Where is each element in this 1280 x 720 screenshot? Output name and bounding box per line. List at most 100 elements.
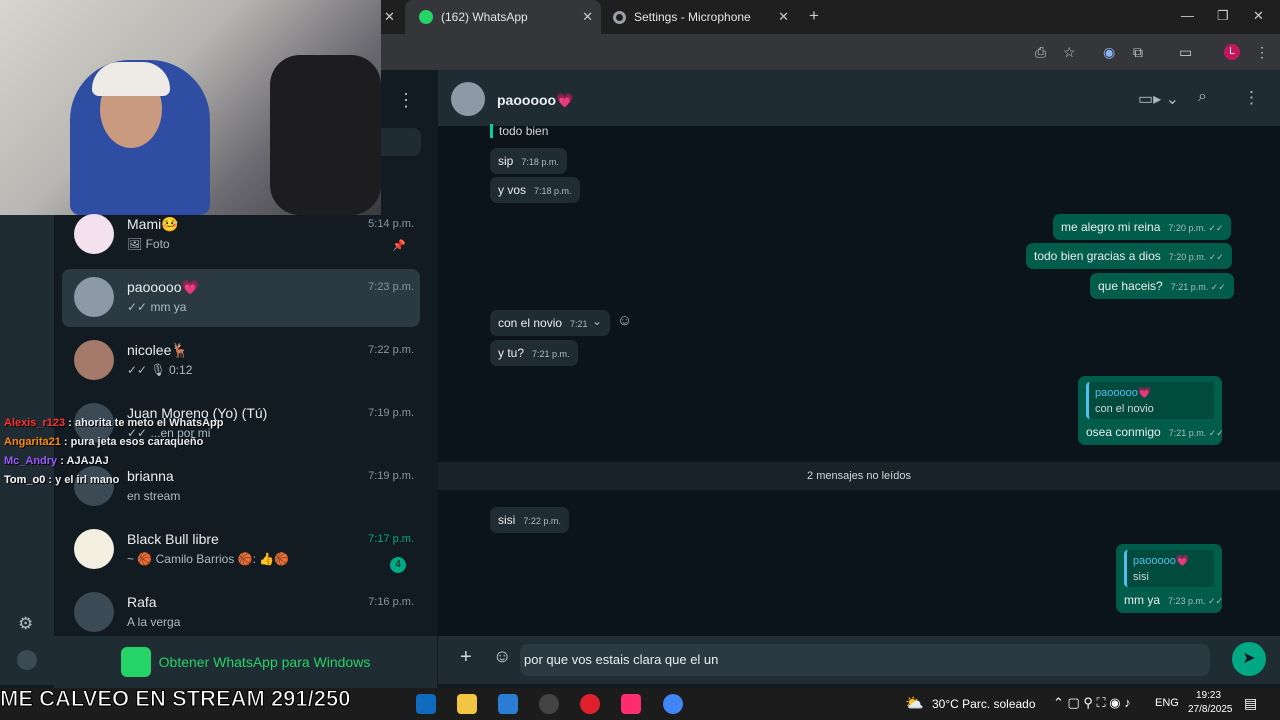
message-text: osea conmigo — [1086, 425, 1161, 439]
list-item[interactable]: nicolee🦌 ✓✓ 🎙 0:12 7:22 p.m. — [62, 332, 420, 390]
message-in[interactable]: sisi 7:22 p.m. — [490, 507, 569, 533]
avatar — [74, 214, 114, 254]
star-icon[interactable]: ☆ — [1063, 44, 1076, 61]
gear-icon[interactable]: ⚙ — [18, 614, 33, 634]
profile-avatar[interactable]: L — [1224, 44, 1240, 60]
close-icon[interactable]: ✕ — [384, 9, 395, 25]
sidepanel-icon[interactable]: ▭ — [1179, 44, 1192, 61]
maximize-button[interactable]: ❐ — [1217, 8, 1229, 24]
window-close-button[interactable]: ✕ — [1253, 8, 1264, 24]
clock-date[interactable]: 27/8/2025 — [1188, 704, 1233, 715]
quote-author: paooooo💗 — [1095, 387, 1152, 399]
message-in[interactable]: con el novio 7:21 ⌄ — [490, 310, 610, 336]
outlook-icon[interactable] — [416, 694, 436, 714]
menu-dots-icon[interactable]: ⋮ — [397, 90, 415, 111]
message-text: con el novio — [498, 316, 563, 330]
sticker-icon[interactable]: ☺ — [493, 646, 511, 667]
chevron-down-icon[interactable]: ⌄ — [592, 314, 602, 328]
message-text: me alegro mi reina — [1061, 220, 1161, 234]
new-tab-button[interactable]: + — [809, 6, 819, 26]
reply-quote[interactable]: paooooo💗 con el novio — [1086, 382, 1214, 419]
install-icon[interactable]: ⎙ — [1035, 44, 1046, 61]
puzzle-icon[interactable]: ⧉ — [1133, 44, 1143, 61]
message-out[interactable]: todo bien gracias a dios 7:20 p.m. ✓✓ — [1026, 243, 1232, 269]
contact-name: nicolee🦌 — [127, 342, 189, 358]
list-item[interactable]: Mami🤒 🖼 Foto 5:14 p.m. 📌 — [62, 206, 420, 264]
quote-author: paooooo💗 — [1133, 555, 1190, 567]
avatar — [74, 529, 114, 569]
clock-time[interactable]: 19:23 — [1196, 690, 1221, 701]
menu-dots-icon[interactable]: ⋮ — [1255, 44, 1269, 61]
message-out[interactable]: paooooo💗 con el novio osea conmigo 7:21 p… — [1078, 376, 1224, 445]
contact-name: paooooo💗 — [127, 279, 199, 295]
tray-icons[interactable]: ⌃ ▢ ⚲ ⛶ ◉ ♪ — [1053, 695, 1131, 711]
message-time: 7:18 p.m. — [521, 157, 559, 167]
notification-icon[interactable]: ▤ — [1244, 695, 1257, 712]
list-item[interactable]: Rafa A la verga 7:16 p.m. — [62, 584, 420, 642]
opera-icon[interactable] — [580, 694, 600, 714]
send-button[interactable]: ➤ — [1232, 642, 1266, 676]
avatar — [74, 340, 114, 380]
search-icon[interactable]: ⌕ — [1198, 88, 1207, 106]
get-windows-app-banner[interactable]: Obtener WhatsApp para Windows — [54, 636, 437, 688]
chat-text: : y el irl mano — [48, 474, 120, 486]
close-icon[interactable]: ✕ — [778, 9, 789, 25]
unread-badge: 4 — [390, 557, 406, 573]
minimize-button[interactable]: — — [1181, 8, 1194, 23]
last-message: ✓✓ mm ya — [127, 300, 187, 314]
search-field[interactable] — [381, 128, 421, 156]
unread-divider: 2 mensajes no leídos — [438, 462, 1280, 490]
message-input[interactable]: por que vos estais clara que el un — [520, 644, 1210, 676]
avatar — [74, 592, 114, 632]
last-message: en stream — [127, 489, 181, 503]
tiktok-icon[interactable] — [621, 694, 641, 714]
avatar[interactable] — [451, 82, 485, 116]
video-call-icon[interactable]: ▭▸ ⌄ — [1138, 89, 1179, 109]
contact-name[interactable]: paooooo💗 — [497, 92, 574, 109]
message-in[interactable]: y tu? 7:21 p.m. — [490, 340, 578, 366]
message-out[interactable]: que haceis? 7:21 p.m. ✓✓ — [1090, 273, 1234, 299]
whatsapp-icon — [419, 10, 433, 24]
quote-text: sisi — [1133, 571, 1149, 583]
message-text: y vos — [498, 183, 527, 197]
message-in[interactable]: sip 7:18 p.m. — [490, 148, 567, 174]
last-message: ~ 🏀 Camilo Barrios 🏀: 👍🏀 — [127, 552, 290, 566]
quote-text: con el novio — [1095, 403, 1154, 415]
attach-plus-icon[interactable]: + — [460, 646, 472, 669]
menu-dots-icon[interactable]: ⋮ — [1243, 88, 1260, 108]
reply-quote[interactable]: paooooo💗 sisi — [1124, 550, 1214, 587]
composer: + ☺ por que vos estais clara que el un ➤ — [438, 636, 1280, 684]
timestamp: 7:23 p.m. — [368, 281, 414, 293]
message-in[interactable]: y vos 7:18 p.m. — [490, 177, 580, 203]
chat-header[interactable]: paooooo💗 ▭▸ ⌄ ⌕ ⋮ — [438, 70, 1280, 126]
message-text: mm ya — [1124, 593, 1160, 607]
emoji-react-icon[interactable]: ☺ — [617, 312, 632, 329]
message-time: 7:20 p.m. ✓✓ — [1168, 252, 1224, 262]
obs-icon[interactable] — [539, 694, 559, 714]
last-message: 🖼 Foto — [127, 237, 170, 251]
extension-icon[interactable]: ◉ — [1103, 44, 1115, 61]
list-item[interactable]: Black Bull libre ~ 🏀 Camilo Barrios 🏀: 👍… — [62, 521, 420, 579]
chat-user: Alexis_r123 — [4, 417, 66, 429]
message-text: y tu? — [498, 346, 525, 360]
message-out[interactable]: me alegro mi reina 7:20 p.m. ✓✓ — [1053, 214, 1232, 240]
close-icon[interactable]: ✕ — [582, 9, 593, 25]
language-indicator[interactable]: ENG — [1155, 697, 1179, 709]
list-item[interactable]: paooooo💗 ✓✓ mm ya 7:23 p.m. — [62, 269, 420, 327]
message-time: 7:20 p.m. ✓✓ — [1168, 223, 1224, 233]
folder-icon[interactable] — [457, 694, 477, 714]
address-bar[interactable]: ⎙ ☆ ◉ ⧉ ▭ L ⋮ — [381, 34, 1280, 70]
tab-whatsapp[interactable]: (162) WhatsApp ✕ — [405, 0, 601, 34]
avatar[interactable] — [17, 650, 37, 670]
weather-text[interactable]: 30°C Parc. soleado — [932, 697, 1036, 711]
streamer-hair — [92, 62, 170, 96]
store-icon[interactable] — [498, 694, 518, 714]
gaming-chair — [270, 55, 381, 215]
message-out[interactable]: paooooo💗 sisi mm ya 7:23 p.m. ✓✓ — [1116, 544, 1223, 613]
message-time: 7:22 p.m. — [523, 516, 561, 526]
chrome-icon[interactable] — [663, 694, 683, 714]
message-time: 7:21 p.m. — [532, 349, 570, 359]
message-text: que haceis? — [1098, 279, 1163, 293]
tab-settings[interactable]: Settings - Microphone ✕ — [601, 0, 797, 34]
chat-user: Mc_Andry — [4, 455, 58, 467]
